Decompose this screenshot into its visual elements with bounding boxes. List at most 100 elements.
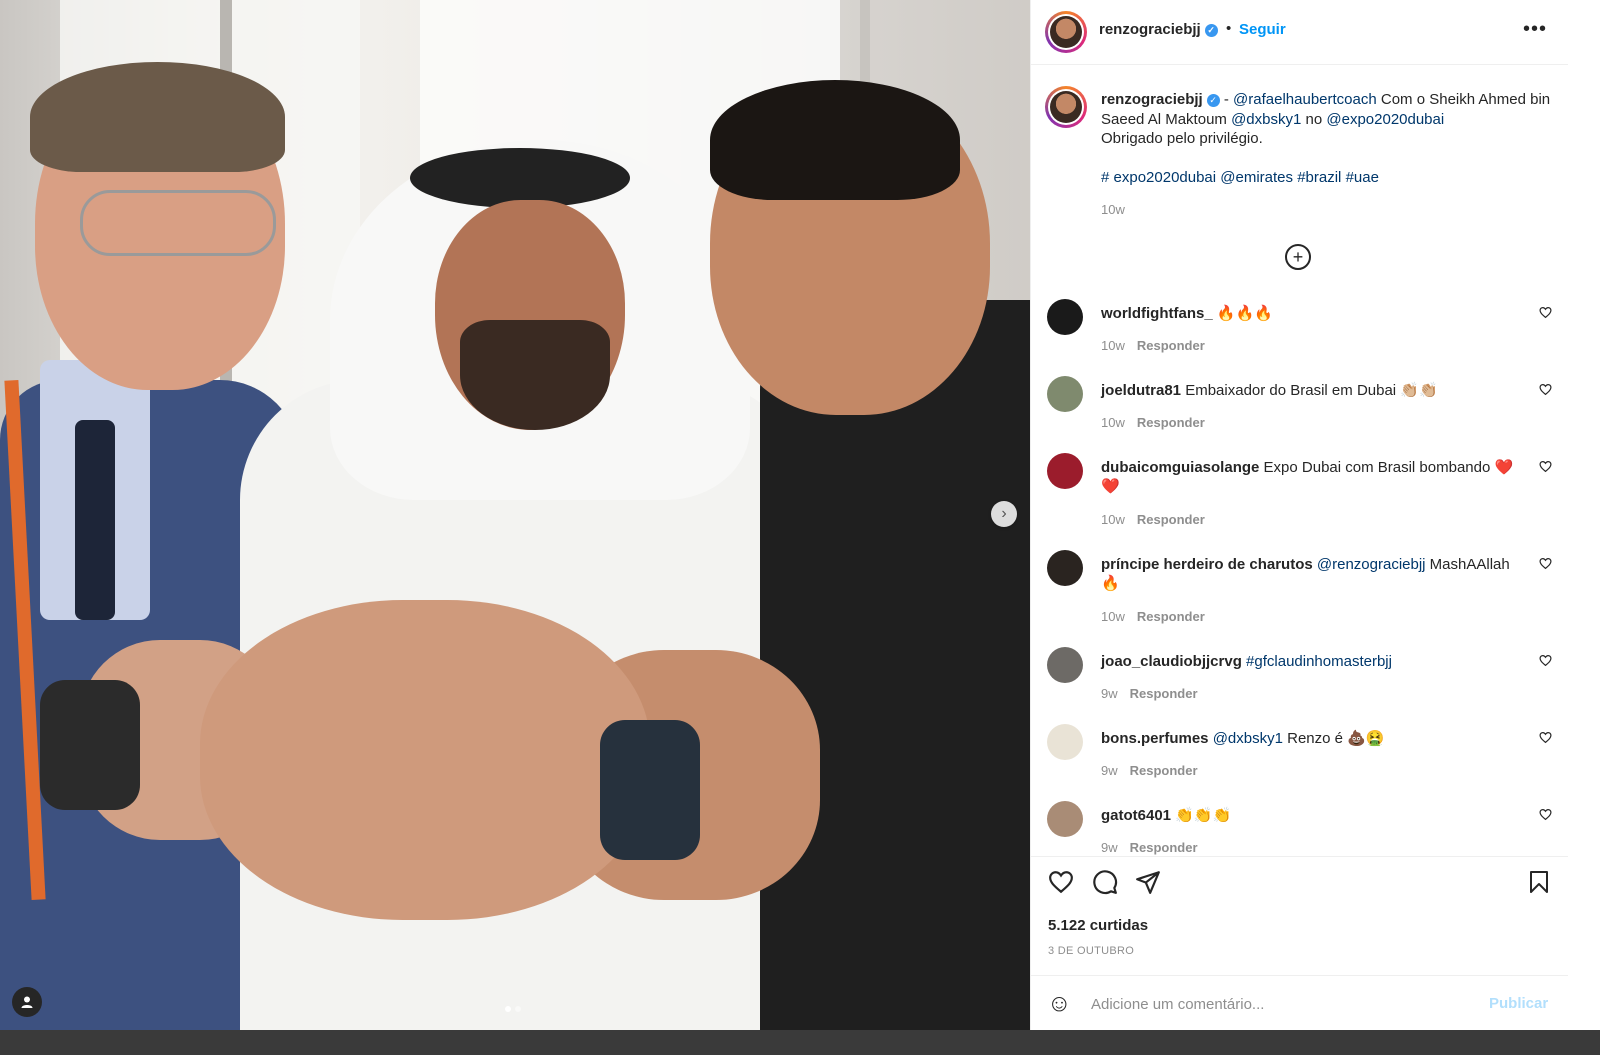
commenter-avatar[interactable] xyxy=(1047,299,1083,335)
comment-timestamp[interactable]: 9w xyxy=(1101,840,1118,855)
comment-like-heart-icon[interactable] xyxy=(1539,306,1552,322)
reply-button[interactable]: Responder xyxy=(1137,609,1205,624)
comment-body: Renzo é 💩🤮 xyxy=(1282,730,1385,747)
commenter-username[interactable]: príncipe herdeiro de charutos xyxy=(1101,556,1313,573)
save-bookmark-icon[interactable] xyxy=(1527,869,1551,895)
follow-button[interactable]: Seguir xyxy=(1239,21,1286,38)
comment-like-heart-icon[interactable] xyxy=(1539,731,1552,747)
verified-icon: ✓ xyxy=(1206,93,1220,107)
photo-person-left-hair xyxy=(30,62,285,172)
comment-meta: 9w Responder xyxy=(1101,686,1198,701)
likes-count[interactable]: 5.122 curtidas xyxy=(1048,917,1148,934)
commenter-username[interactable]: dubaicomguiasolange xyxy=(1101,459,1259,476)
comment-link[interactable]: @renzograciebjj xyxy=(1317,556,1426,573)
reply-button[interactable]: Responder xyxy=(1137,512,1205,527)
comment-text: dubaicomguiasolange Expo Dubai com Brasi… xyxy=(1101,458,1521,496)
more-options-icon[interactable]: ••• xyxy=(1523,18,1547,41)
hashtag-link[interactable]: #brazil xyxy=(1297,169,1341,186)
verified-icon: ✓ xyxy=(1204,23,1218,37)
commenter-username[interactable]: gatot6401 xyxy=(1101,807,1171,824)
commenter-avatar[interactable] xyxy=(1047,724,1083,760)
comment-like-heart-icon[interactable] xyxy=(1539,460,1552,476)
header-separator: • xyxy=(1226,20,1232,37)
caption-timestamp[interactable]: 10w xyxy=(1101,202,1125,217)
tagged-users-button[interactable] xyxy=(12,987,42,1017)
commenter-avatar[interactable] xyxy=(1047,801,1083,837)
comment-text: príncipe herdeiro de charutos @renzograc… xyxy=(1101,555,1521,593)
author-avatar[interactable] xyxy=(1045,11,1087,53)
post-actions: 5.122 curtidas 3 DE OUTUBRO xyxy=(1031,856,1569,977)
commenter-avatar[interactable] xyxy=(1047,376,1083,412)
comment-like-heart-icon[interactable] xyxy=(1539,808,1552,824)
like-heart-icon[interactable] xyxy=(1048,869,1074,895)
reply-button[interactable]: Responder xyxy=(1137,415,1205,430)
comment-link[interactable]: @dxbsky1 xyxy=(1213,730,1283,747)
comment-timestamp[interactable]: 10w xyxy=(1101,338,1125,353)
reply-button[interactable]: Responder xyxy=(1130,840,1198,855)
commenter-avatar[interactable] xyxy=(1047,647,1083,683)
window-bottom-edge xyxy=(0,1030,1600,1055)
publish-button[interactable]: Publicar xyxy=(1489,995,1548,1012)
post-photo[interactable]: › xyxy=(0,0,1050,1055)
comment-like-heart-icon[interactable] xyxy=(1539,654,1552,670)
page-margin xyxy=(1568,0,1600,1030)
reply-button[interactable]: Responder xyxy=(1137,338,1205,353)
carousel-dot-active xyxy=(505,1006,511,1012)
chevron-right-icon: › xyxy=(1001,505,1007,522)
share-send-icon[interactable] xyxy=(1135,869,1161,895)
caption-segment: no xyxy=(1301,110,1327,128)
mention-link[interactable]: @expo2020dubai xyxy=(1326,111,1444,128)
reply-button[interactable]: Responder xyxy=(1130,763,1198,778)
comment-body: 🔥🔥🔥 xyxy=(1216,305,1273,322)
photo-watch-left xyxy=(40,680,140,810)
carousel-dot xyxy=(515,1006,521,1012)
author-username[interactable]: renzograciebjj ✓ xyxy=(1099,21,1218,38)
reply-button[interactable]: Responder xyxy=(1130,686,1198,701)
caption-dash: - xyxy=(1219,91,1234,108)
commenter-avatar[interactable] xyxy=(1047,550,1083,586)
photo-person-left-tie xyxy=(75,420,115,620)
mention-link[interactable]: @rafaelhaubertcoach xyxy=(1233,91,1377,108)
comment-timestamp[interactable]: 10w xyxy=(1101,609,1125,624)
commenter-username[interactable]: joao_claudiobjjcrvg xyxy=(1101,653,1242,670)
comment-meta: 10w Responder xyxy=(1101,415,1205,430)
caption-username[interactable]: renzograciebjj xyxy=(1101,91,1203,108)
plus-circle-icon: + xyxy=(1292,247,1304,267)
post-header: renzograciebjj ✓ • Seguir ••• xyxy=(1031,0,1569,65)
user-icon xyxy=(21,996,33,1008)
mention-link[interactable]: @dxbsky1 xyxy=(1231,111,1301,128)
comment-like-heart-icon[interactable] xyxy=(1539,557,1552,573)
comment-like-heart-icon[interactable] xyxy=(1539,383,1552,399)
comment-meta: 10w Responder xyxy=(1101,512,1205,527)
emoji-icon[interactable]: ☺ xyxy=(1047,990,1072,1018)
caption-author-avatar[interactable] xyxy=(1045,86,1087,128)
post-side-panel: renzograciebjj ✓ • Seguir ••• renzogracie… xyxy=(1030,0,1569,1030)
comment-timestamp[interactable]: 10w xyxy=(1101,512,1125,527)
comment-timestamp[interactable]: 10w xyxy=(1101,415,1125,430)
next-photo-button[interactable]: › xyxy=(991,501,1017,527)
post-date[interactable]: 3 DE OUTUBRO xyxy=(1048,945,1134,957)
comment-timestamp[interactable]: 9w xyxy=(1101,763,1118,778)
caption-text: renzograciebjj ✓ - @rafaelhaubertcoach Co… xyxy=(1101,90,1551,188)
comment-meta: 9w Responder xyxy=(1101,840,1198,855)
photo-glasses xyxy=(80,190,276,256)
add-comment-bar: ☺ Publicar xyxy=(1031,975,1569,1031)
comment-input[interactable] xyxy=(1089,990,1473,1018)
carousel-dots xyxy=(505,1006,521,1012)
hashtag-link[interactable]: #uae xyxy=(1346,169,1379,186)
caption-segment: Obrigado pelo privilégio. xyxy=(1101,130,1263,147)
commenter-username[interactable]: joeldutra81 xyxy=(1101,382,1181,399)
photo-person-center-beard xyxy=(460,320,610,430)
comment-timestamp[interactable]: 9w xyxy=(1101,686,1118,701)
commenter-avatar[interactable] xyxy=(1047,453,1083,489)
mention-link[interactable]: @emirates xyxy=(1220,169,1293,186)
comment-text: joao_claudiobjjcrvg #gfclaudinhomasterbj… xyxy=(1101,652,1521,671)
commenter-username[interactable]: bons.perfumes xyxy=(1101,730,1209,747)
comment-text: worldfightfans_ 🔥🔥🔥 xyxy=(1101,304,1521,323)
load-more-comments-button[interactable]: + xyxy=(1285,244,1311,270)
comment-text: joeldutra81 Embaixador do Brasil em Duba… xyxy=(1101,381,1521,400)
comment-link[interactable]: #gfclaudinhomasterbjj xyxy=(1246,653,1392,670)
commenter-username[interactable]: worldfightfans_ xyxy=(1101,305,1213,322)
comment-icon[interactable] xyxy=(1092,869,1118,895)
hashtag-link[interactable]: # expo2020dubai xyxy=(1101,169,1216,186)
